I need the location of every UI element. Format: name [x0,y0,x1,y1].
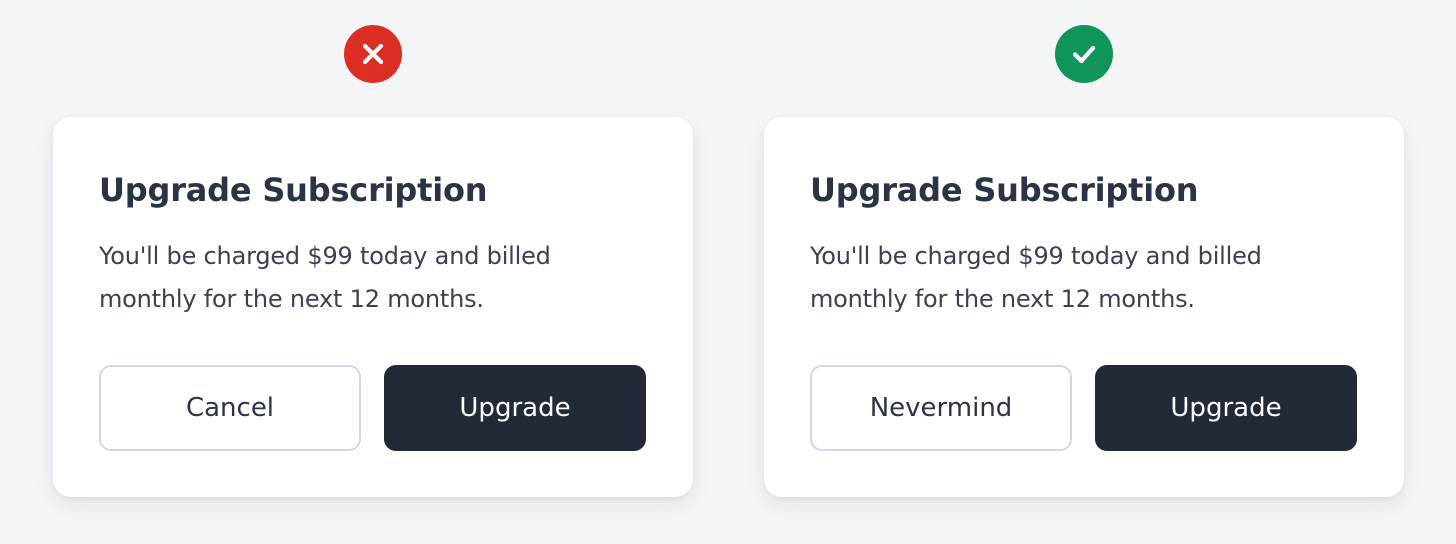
correct-verdict-badge [1055,25,1113,83]
x-mark-icon [362,43,384,65]
incorrect-example: Upgrade Subscription You'll be charged $… [53,0,693,544]
correct-example: Upgrade Subscription You'll be charged $… [764,0,1404,544]
dialog-message: You'll be charged $99 today and billed m… [99,242,551,313]
upgrade-dialog: Upgrade Subscription You'll be charged $… [764,117,1404,497]
incorrect-verdict-badge [344,25,402,83]
cancel-button[interactable]: Cancel [99,365,361,451]
dialog-message: You'll be charged $99 today and billed m… [810,242,1262,313]
checkmark-icon [1072,45,1096,64]
upgrade-dialog: Upgrade Subscription You'll be charged $… [53,117,693,497]
upgrade-button[interactable]: Upgrade [1095,365,1357,451]
nevermind-button[interactable]: Nevermind [810,365,1072,451]
upgrade-button[interactable]: Upgrade [384,365,646,451]
dialog-title: Upgrade Subscription [810,171,1199,209]
dialog-title: Upgrade Subscription [99,171,488,209]
